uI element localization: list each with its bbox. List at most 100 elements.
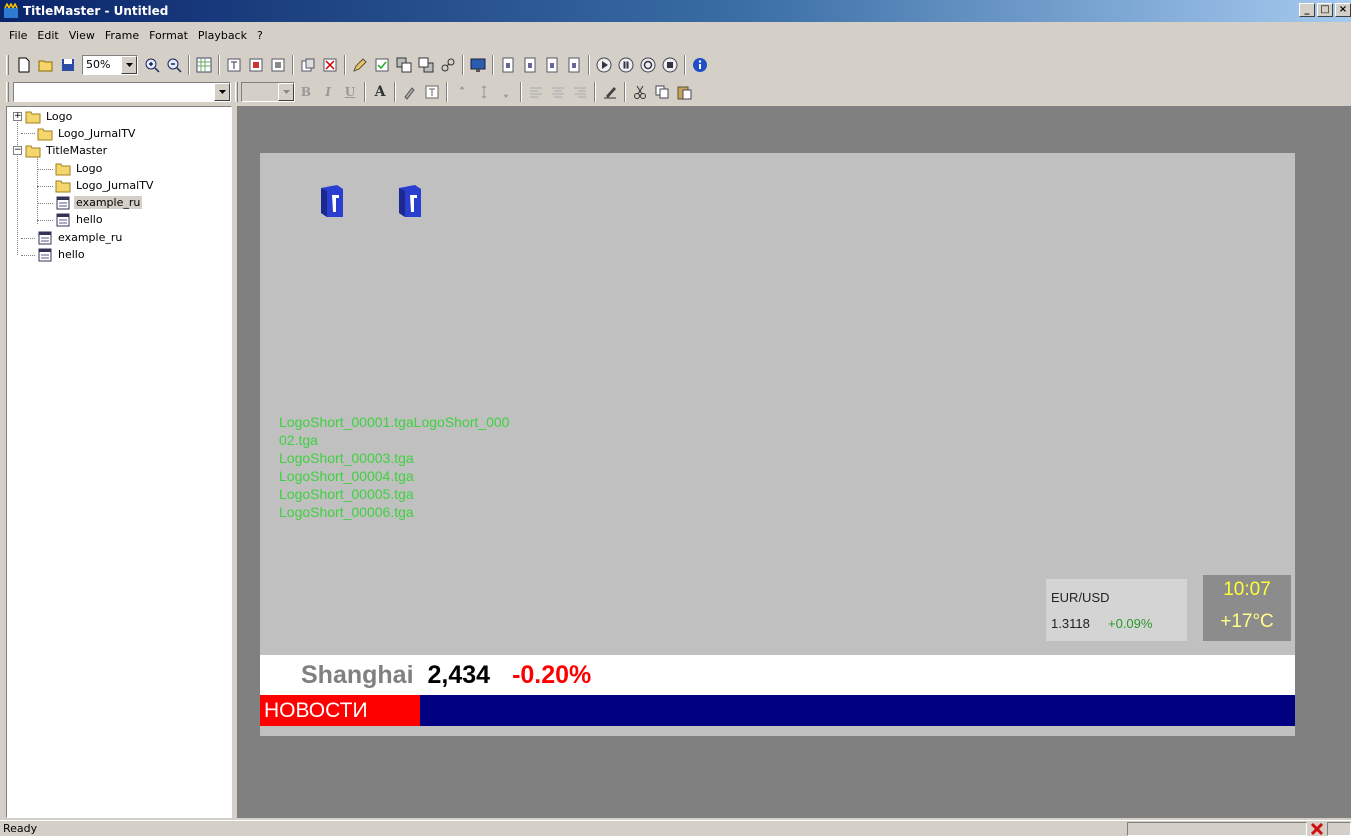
folder-icon (55, 180, 71, 192)
toolbar-grip[interactable] (6, 82, 9, 102)
frame-image-icon[interactable] (245, 54, 267, 76)
image-sequence-list[interactable]: LogoShort_00001.tgaLogoShort_000 02.tga … (279, 413, 599, 527)
info-icon[interactable] (689, 54, 711, 76)
file-icon (56, 196, 70, 209)
grid-icon[interactable] (193, 54, 215, 76)
tree-item-logo[interactable]: Logo (25, 108, 74, 125)
page-next-icon[interactable] (541, 54, 563, 76)
align-right-icon[interactable] (569, 81, 591, 103)
align-left-icon[interactable] (525, 81, 547, 103)
channel-logo-icon[interactable] (319, 183, 345, 219)
folder-icon (55, 163, 71, 175)
play-icon[interactable] (593, 54, 615, 76)
sequence-line: LogoShort_00004.tga (279, 468, 414, 484)
page-first-icon[interactable] (497, 54, 519, 76)
page-prev-icon[interactable] (519, 54, 541, 76)
bold-button[interactable]: B (295, 81, 317, 103)
menu-view[interactable]: View (64, 29, 100, 42)
send-back-icon[interactable] (415, 54, 437, 76)
menu-format[interactable]: Format (144, 29, 193, 42)
tree-item-hello[interactable]: hello (37, 246, 87, 263)
currency-change: +0.09% (1108, 616, 1153, 631)
sequence-line: LogoShort_00001.tgaLogoShort_000 (279, 414, 510, 430)
color-brush-icon[interactable] (399, 81, 421, 103)
zoom-in-icon[interactable] (141, 54, 163, 76)
align-center-icon[interactable] (547, 81, 569, 103)
tree-item-logo-jurnaltv[interactable]: Logo_JurnalTV (55, 177, 155, 194)
bring-front-icon[interactable] (393, 54, 415, 76)
menu-help[interactable]: ? (252, 29, 268, 42)
record-icon[interactable] (637, 54, 659, 76)
tree-item-label: hello (58, 248, 85, 261)
channel-logo-icon[interactable] (397, 183, 423, 219)
chevron-down-icon (278, 83, 294, 101)
menu-frame[interactable]: Frame (100, 29, 144, 42)
text-box-icon[interactable] (421, 81, 443, 103)
tree-expander[interactable]: + (13, 112, 22, 121)
project-tree[interactable]: + − Logo Logo_JurnalTV TitleMaster Logo … (6, 106, 232, 818)
sequence-line: LogoShort_00006.tga (279, 504, 414, 520)
menu-file[interactable]: File (4, 29, 32, 42)
properties-icon[interactable] (371, 54, 393, 76)
paste-icon[interactable] (673, 81, 695, 103)
underline-button[interactable]: U (339, 81, 361, 103)
minimize-button[interactable]: _ (1299, 3, 1315, 17)
news-bar[interactable]: НОВОСТИ (260, 695, 1295, 726)
tree-item-logo[interactable]: Logo (55, 160, 104, 177)
main-toolbar: 50% (0, 52, 1351, 78)
tree-item-logo-jurnaltv[interactable]: Logo_JurnalTV (37, 125, 137, 142)
maximize-button[interactable]: □ (1317, 3, 1333, 17)
save-icon[interactable] (57, 54, 79, 76)
link-icon[interactable] (437, 54, 459, 76)
tree-item-example-ru[interactable]: example_ru (55, 194, 143, 211)
tree-item-label: Logo_JurnalTV (58, 127, 136, 140)
monitor-icon[interactable] (467, 54, 489, 76)
status-text: Ready (3, 822, 38, 835)
frame-text-icon[interactable] (223, 54, 245, 76)
chevron-down-icon (214, 83, 230, 101)
align-top-icon[interactable] (451, 81, 473, 103)
font-select[interactable] (13, 82, 231, 102)
error-icon[interactable] (1307, 822, 1327, 836)
copy-icon[interactable] (651, 81, 673, 103)
frame-canvas[interactable]: LogoShort_00001.tgaLogoShort_000 02.tga … (260, 153, 1295, 736)
toolbar-grip[interactable] (235, 82, 238, 102)
stop-icon[interactable] (659, 54, 681, 76)
tree-item-hello[interactable]: hello (55, 211, 105, 228)
stock-ticker[interactable]: Shanghai 2,434 -0.20% (260, 655, 1295, 695)
align-middle-icon[interactable] (473, 81, 495, 103)
font-size-select[interactable] (241, 82, 295, 102)
new-icon[interactable] (13, 54, 35, 76)
toolbar-grip[interactable] (6, 55, 9, 75)
italic-button[interactable]: I (317, 81, 339, 103)
page-last-icon[interactable] (563, 54, 585, 76)
tree-expander[interactable]: − (13, 146, 22, 155)
pause-icon[interactable] (615, 54, 637, 76)
ticker-change: -0.20% (512, 660, 592, 689)
draw-icon[interactable] (599, 81, 621, 103)
menu-bar: File Edit View Frame Format Playback ? (0, 22, 1351, 48)
currency-box[interactable]: EUR/USD 1.3118 +0.09% (1046, 579, 1187, 641)
ticker-value: 2,434 (427, 660, 491, 689)
close-button[interactable]: × (1335, 3, 1351, 17)
tree-item-titlemaster[interactable]: TitleMaster (25, 142, 109, 159)
news-label: НОВОСТИ (260, 695, 420, 726)
copy-frame-icon[interactable] (297, 54, 319, 76)
file-icon (56, 213, 70, 226)
cut-icon[interactable] (629, 81, 651, 103)
menu-playback[interactable]: Playback (193, 29, 252, 42)
delete-frame-icon[interactable] (319, 54, 341, 76)
frame-rect-icon[interactable] (267, 54, 289, 76)
tree-item-example-ru[interactable]: example_ru (37, 229, 124, 246)
folder-icon (37, 128, 53, 140)
resize-grip[interactable] (1327, 821, 1351, 836)
zoom-select[interactable]: 50% (82, 55, 138, 75)
zoom-out-icon[interactable] (163, 54, 185, 76)
menu-edit[interactable]: Edit (32, 29, 63, 42)
align-bottom-icon[interactable] (495, 81, 517, 103)
open-icon[interactable] (35, 54, 57, 76)
clock-box[interactable]: 10:07 +17°C (1203, 575, 1291, 641)
font-button[interactable]: A (369, 81, 391, 103)
tree-item-label: Logo (76, 162, 103, 175)
edit-icon[interactable] (349, 54, 371, 76)
